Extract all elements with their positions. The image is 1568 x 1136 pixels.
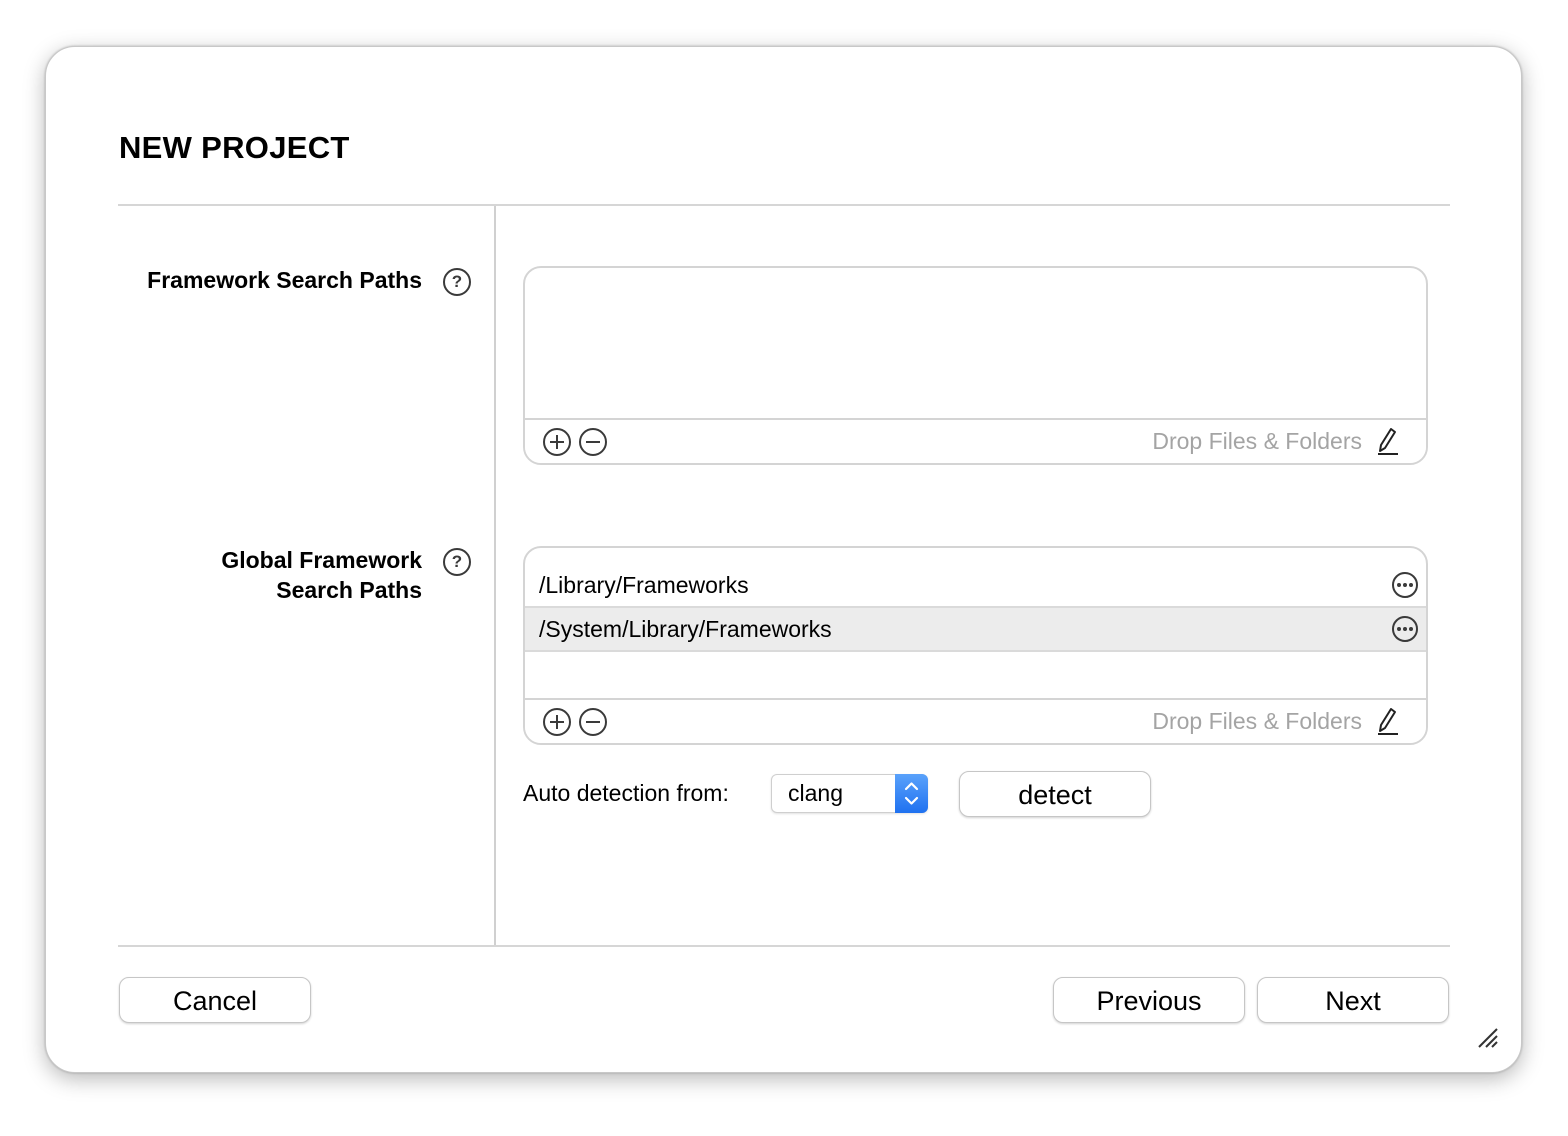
framework-search-paths-help-icon[interactable]: ?	[443, 268, 471, 296]
framework-search-paths-list-footer: Drop Files & Folders	[525, 418, 1426, 463]
cancel-button[interactable]: Cancel	[119, 977, 311, 1023]
more-icon[interactable]	[1392, 616, 1418, 642]
pencil-icon[interactable]	[1376, 706, 1400, 736]
remove-icon[interactable]	[579, 708, 607, 736]
auto-detection-select[interactable]: clang	[771, 774, 928, 813]
add-icon[interactable]	[543, 708, 571, 736]
add-icon[interactable]	[543, 428, 571, 456]
global-framework-search-paths-help-icon[interactable]: ?	[443, 548, 471, 576]
previous-button[interactable]: Previous	[1053, 977, 1245, 1023]
next-button[interactable]: Next	[1257, 977, 1449, 1023]
global-label-line2: Search Paths	[276, 577, 422, 603]
header-divider	[118, 204, 1450, 206]
auto-detection-value: clang	[788, 780, 843, 806]
global-paths-rows: /Library/Frameworks /System/Library/Fram…	[525, 548, 1426, 652]
more-icon[interactable]	[1392, 572, 1418, 598]
list-item[interactable]: /Library/Frameworks	[525, 564, 1426, 608]
global-label-line1: Global Framework	[221, 547, 422, 573]
framework-search-paths-list[interactable]: Drop Files & Folders	[523, 266, 1428, 465]
path-text: /System/Library/Frameworks	[539, 616, 832, 642]
drop-files-hint: Drop Files & Folders	[1152, 708, 1362, 734]
global-framework-search-paths-label: Global Framework Search Paths	[221, 545, 422, 605]
drop-files-hint: Drop Files & Folders	[1152, 428, 1362, 454]
path-text: /Library/Frameworks	[539, 572, 749, 598]
footer-divider	[118, 945, 1450, 947]
global-framework-search-paths-list[interactable]: /Library/Frameworks /System/Library/Fram…	[523, 546, 1428, 745]
auto-detection-label: Auto detection from:	[523, 780, 729, 806]
framework-search-paths-label: Framework Search Paths	[147, 267, 422, 293]
stepper-arrows-icon	[895, 774, 928, 813]
window-title: NEW PROJECT	[119, 130, 350, 165]
detect-button[interactable]: detect	[959, 771, 1151, 817]
label-column-divider	[494, 206, 496, 947]
remove-icon[interactable]	[579, 428, 607, 456]
resize-grip-icon[interactable]	[1477, 1027, 1499, 1049]
list-item[interactable]: /System/Library/Frameworks	[525, 608, 1426, 652]
pencil-icon[interactable]	[1376, 426, 1400, 456]
global-framework-search-paths-list-footer: Drop Files & Folders	[525, 698, 1426, 743]
